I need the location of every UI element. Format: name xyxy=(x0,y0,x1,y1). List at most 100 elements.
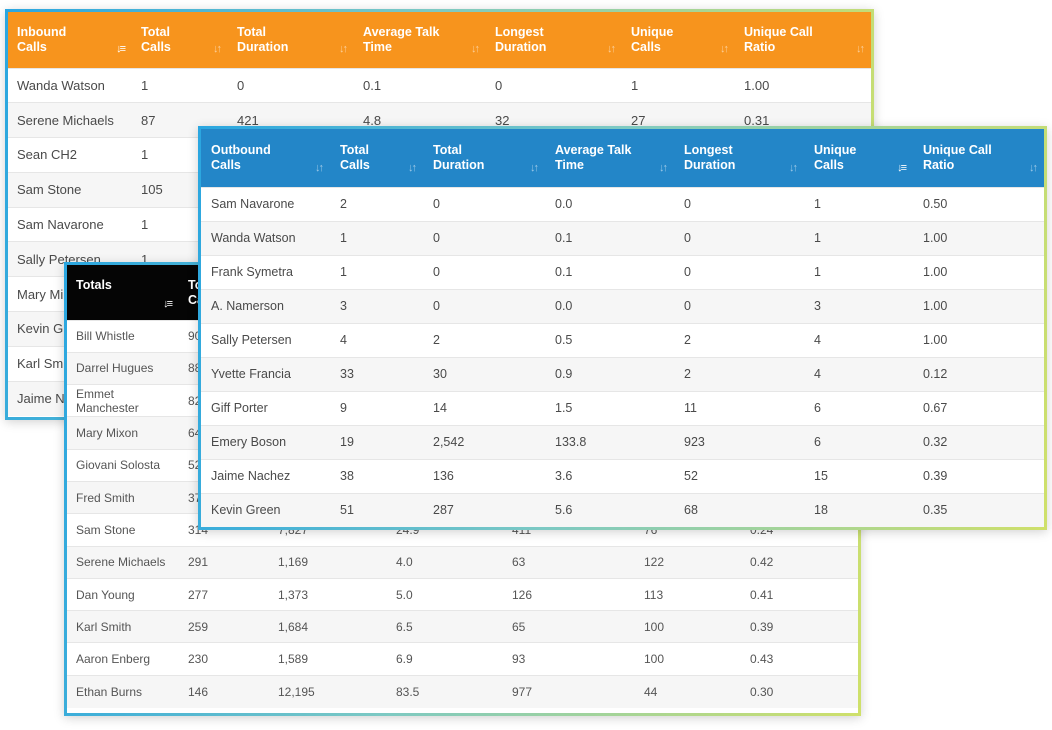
sort-arrows-icon[interactable]: ↓↑ xyxy=(530,161,539,176)
value-cell: 2 xyxy=(330,186,423,221)
inbound-header-row: Inbound Calls ↓≡ Total Calls ↓↑ Total Duration ↓… xyxy=(8,12,871,68)
inbound-header-col-1[interactable]: Total Calls ↓↑ xyxy=(132,12,228,68)
agent-name-cell: Giff Porter xyxy=(201,390,330,425)
table-row: Ethan Burns 146 12,195 83.5 977 44 0.30 xyxy=(67,674,858,708)
value-cell: 51 xyxy=(330,492,423,527)
outbound-header-col-6[interactable]: Unique Call Ratio ↓↑ xyxy=(913,129,1044,187)
value-cell: 0.0 xyxy=(545,288,674,323)
agent-name-cell: Sam Stone xyxy=(67,513,179,547)
value-cell: 14 xyxy=(423,390,545,425)
value-cell: 52 xyxy=(674,458,804,493)
sort-desc-icon[interactable]: ↓≡ xyxy=(163,297,173,312)
value-cell: 1 xyxy=(804,220,913,255)
agent-name-cell: Darrel Hugues xyxy=(67,351,179,385)
table-row: Wanda Watson 1 0 0.1 0 1 1.00 xyxy=(201,220,1044,255)
sort-arrows-icon[interactable]: ↓↑ xyxy=(607,42,616,57)
value-cell: 1.00 xyxy=(913,220,1044,255)
outbound-header-col-4[interactable]: Longest Duration ↓↑ xyxy=(674,129,804,187)
totals-header-label: Totals xyxy=(76,278,179,293)
value-cell: 1.00 xyxy=(913,254,1044,289)
value-cell: 15 xyxy=(804,458,913,493)
sort-desc-icon[interactable]: ↓≡ xyxy=(897,161,907,176)
value-cell: 0 xyxy=(674,288,804,323)
value-cell: 923 xyxy=(674,424,804,459)
value-cell: 113 xyxy=(635,577,741,611)
agent-name-cell: A. Namerson xyxy=(201,288,330,323)
totals-header-line: Totals xyxy=(76,278,112,292)
value-cell: 1,373 xyxy=(269,577,387,611)
value-cell: 0 xyxy=(423,254,545,289)
table-row: Yvette Francia 33 30 0.9 2 4 0.12 xyxy=(201,356,1044,391)
outbound-header-col-1[interactable]: Total Calls ↓↑ xyxy=(330,129,423,187)
table-row: Frank Symetra 1 0 0.1 0 1 1.00 xyxy=(201,254,1044,289)
outbound-header-line: Unique Call xyxy=(923,142,992,157)
value-cell: 287 xyxy=(423,492,545,527)
value-cell: 0.35 xyxy=(913,492,1044,527)
inbound-header-line: Inbound xyxy=(17,24,67,39)
outbound-header-col-0[interactable]: Outbound Calls ↓↑ xyxy=(201,129,330,187)
inbound-header-col-6[interactable]: Unique Call Ratio ↓↑ xyxy=(735,12,871,68)
outbound-header-col-2[interactable]: Total Duration ↓↑ xyxy=(423,129,545,187)
value-cell: 0 xyxy=(486,67,622,103)
value-cell: 2 xyxy=(674,356,804,391)
outbound-header-label: Total Duration xyxy=(433,143,545,173)
inbound-header-label: Unique Call Ratio xyxy=(744,25,871,55)
value-cell: 0.1 xyxy=(545,254,674,289)
value-cell: 0.5 xyxy=(545,322,674,357)
table-row: A. Namerson 3 0 0.0 0 3 1.00 xyxy=(201,288,1044,323)
inbound-header-col-0[interactable]: Inbound Calls ↓≡ xyxy=(8,12,132,68)
outbound-header-line: Longest xyxy=(684,142,733,157)
table-row: Karl Smith 259 1,684 6.5 65 100 0.39 xyxy=(67,610,858,643)
inbound-header-line: Total xyxy=(237,24,266,39)
inbound-header-line: Calls xyxy=(17,39,47,54)
outbound-header-line: Total xyxy=(340,142,369,157)
outbound-header-line: Duration xyxy=(684,157,736,172)
inbound-header-label: Average Talk Time xyxy=(363,25,486,55)
table-row: Serene Michaels 291 1,169 4.0 63 122 0.42 xyxy=(67,545,858,579)
agent-name-cell: Sam Stone xyxy=(8,171,132,208)
sort-arrows-icon[interactable]: ↓↑ xyxy=(315,161,324,176)
agent-name-cell: Giovani Solosta xyxy=(67,448,179,482)
value-cell: 133.8 xyxy=(545,424,674,459)
value-cell: 291 xyxy=(179,545,269,579)
inbound-header-col-4[interactable]: Longest Duration ↓↑ xyxy=(486,12,622,68)
inbound-header-col-5[interactable]: Unique Calls ↓↑ xyxy=(622,12,735,68)
agent-name-cell: Ethan Burns xyxy=(67,674,179,708)
value-cell: 18 xyxy=(804,492,913,527)
sort-arrows-icon[interactable]: ↓↑ xyxy=(720,42,729,57)
inbound-header-col-3[interactable]: Average Talk Time ↓↑ xyxy=(354,12,486,68)
value-cell: 0.42 xyxy=(741,545,858,579)
value-cell: 1.00 xyxy=(913,288,1044,323)
outbound-header-col-5[interactable]: Unique Calls ↓≡ xyxy=(804,129,913,187)
sort-arrows-icon[interactable]: ↓↑ xyxy=(408,161,417,176)
sort-arrows-icon[interactable]: ↓↑ xyxy=(213,42,222,57)
value-cell: 12,195 xyxy=(269,674,387,708)
value-cell: 0.67 xyxy=(913,390,1044,425)
value-cell: 3 xyxy=(330,288,423,323)
sort-arrows-icon[interactable]: ↓↑ xyxy=(856,42,865,57)
sort-arrows-icon[interactable]: ↓↑ xyxy=(659,161,668,176)
inbound-header-line: Time xyxy=(363,39,392,54)
agent-name-cell: Dan Young xyxy=(67,577,179,611)
sort-arrows-icon[interactable]: ↓↑ xyxy=(789,161,798,176)
value-cell: 38 xyxy=(330,458,423,493)
value-cell: 0 xyxy=(674,254,804,289)
sort-desc-icon[interactable]: ↓≡ xyxy=(116,42,126,57)
value-cell: 2,542 xyxy=(423,424,545,459)
inbound-header-line: Ratio xyxy=(744,39,776,54)
agent-name-cell: Yvette Francia xyxy=(201,356,330,391)
outbound-header-col-3[interactable]: Average Talk Time ↓↑ xyxy=(545,129,674,187)
value-cell: 0 xyxy=(674,186,804,221)
value-cell: 68 xyxy=(674,492,804,527)
table-row: Kevin Green 51 287 5.6 68 18 0.35 xyxy=(201,492,1044,527)
totals-header-col-0[interactable]: Totals ↓≡ xyxy=(67,265,179,320)
sort-arrows-icon[interactable]: ↓↑ xyxy=(1029,161,1038,176)
value-cell: 977 xyxy=(503,674,635,708)
sort-arrows-icon[interactable]: ↓↑ xyxy=(471,42,480,57)
table-row: Jaime Nachez 38 136 3.6 52 15 0.39 xyxy=(201,458,1044,493)
sort-arrows-icon[interactable]: ↓↑ xyxy=(339,42,348,57)
value-cell: 1,684 xyxy=(269,610,387,643)
inbound-header-col-2[interactable]: Total Duration ↓↑ xyxy=(228,12,354,68)
outbound-header-line: Unique xyxy=(814,142,857,157)
agent-name-cell: Fred Smith xyxy=(67,480,179,514)
